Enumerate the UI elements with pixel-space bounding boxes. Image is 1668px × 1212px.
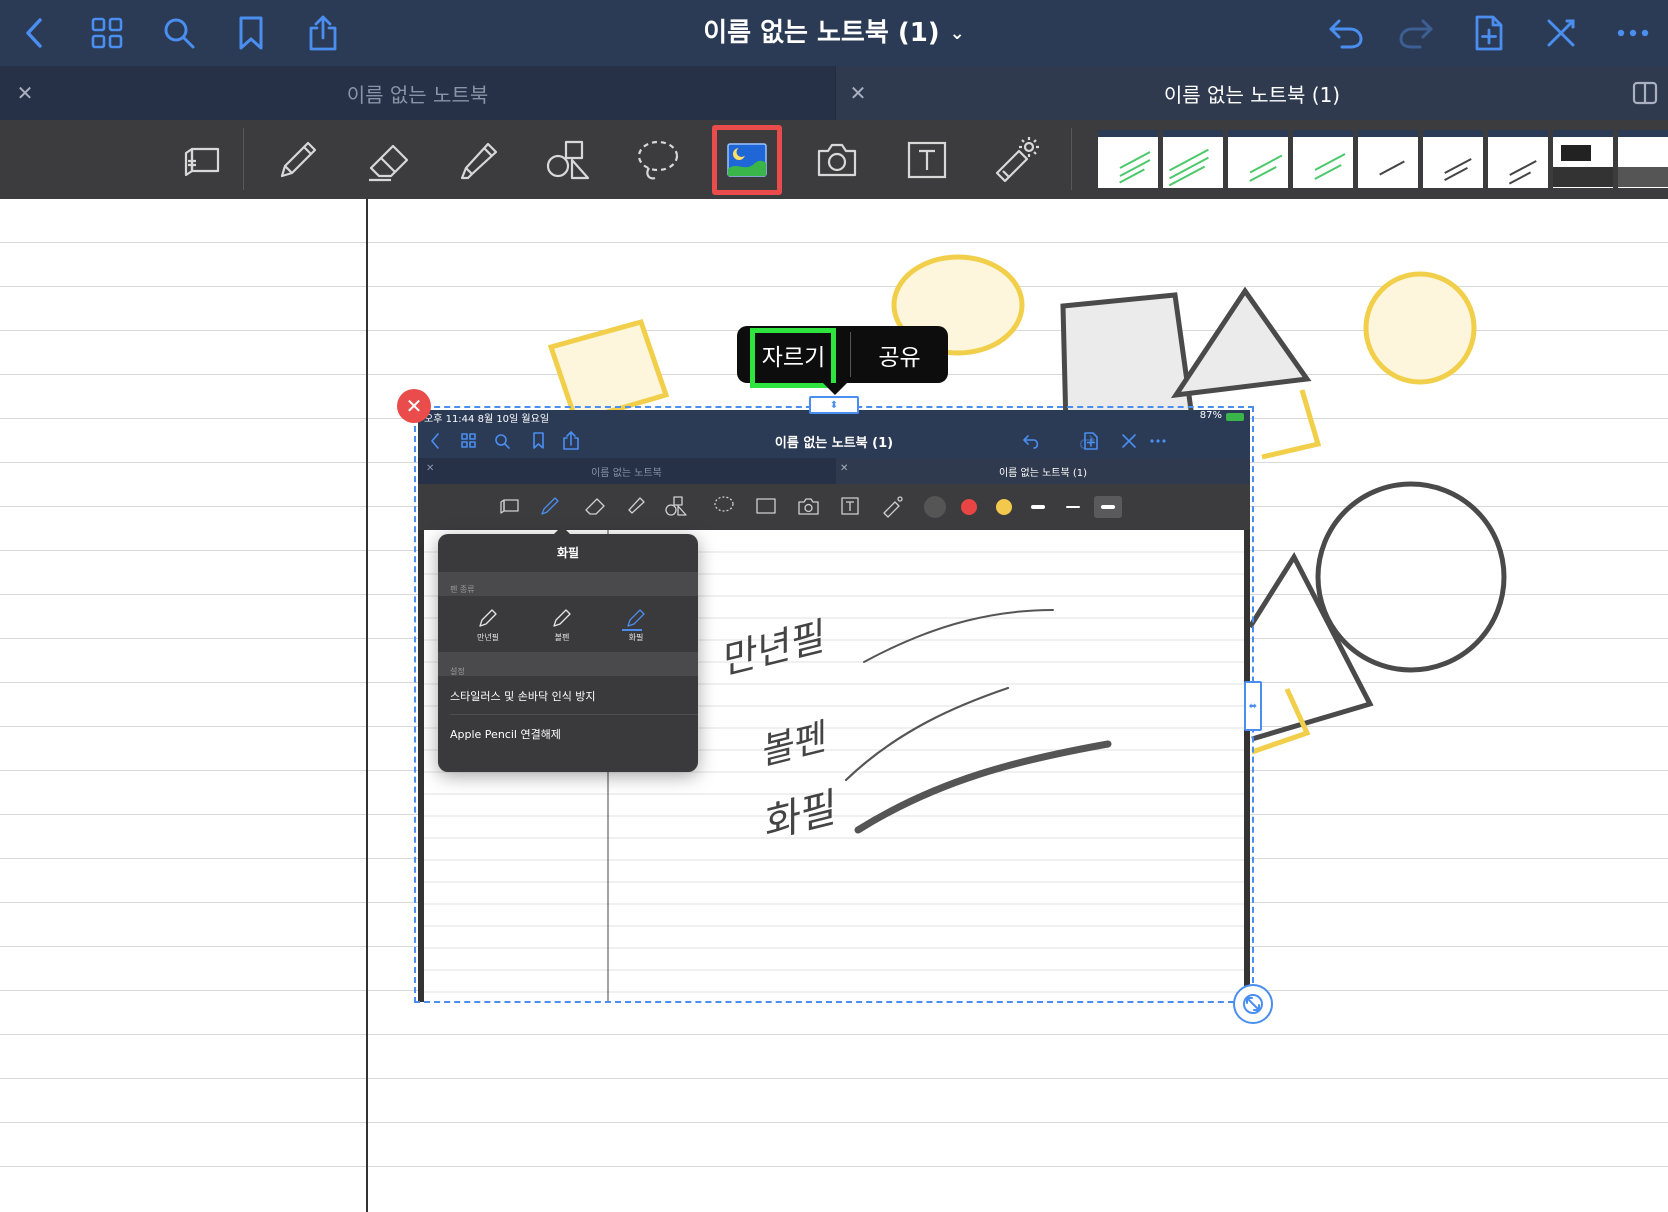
camera-icon[interactable] [807, 130, 867, 190]
lasso-icon[interactable] [628, 130, 688, 190]
share-menu-item[interactable]: 공유 [851, 326, 948, 383]
pen-type-popover: 화필 펜 종류 만년필 볼펜 화필 설정 스타일러스 및 손바닥 인식 방지 A… [438, 526, 698, 772]
page-thumbnail[interactable] [1293, 130, 1353, 188]
page-thumbnail[interactable] [1618, 130, 1668, 188]
close-icon[interactable]: ✕ [12, 80, 38, 106]
top-resize-handle[interactable]: ⬍ [809, 396, 859, 414]
screenshot-tab-right: 이름 없는 노트북 (1) [998, 468, 1088, 479]
setting-disconnect-pencil[interactable]: Apple Pencil 연결해제 [450, 726, 561, 742]
tab-label: 이름 없는 노트북 [346, 82, 489, 107]
redo-icon[interactable] [1393, 10, 1439, 56]
bookmark-icon[interactable] [228, 10, 274, 56]
popover-section-pen-type: 펜 종류 [450, 585, 475, 594]
screenshot-tab-left: 이름 없는 노트북 [591, 468, 662, 479]
tools-bar [0, 120, 1668, 199]
top-navigation-bar: 이름 없는 노트북 (1) ⌄ [0, 0, 1668, 66]
screenshot-tools-bar [418, 484, 1250, 530]
screenshot-nav-title: 이름 없는 노트북 (1) [774, 436, 894, 451]
read-only-icon[interactable] [172, 130, 232, 190]
highlighter-icon[interactable] [448, 130, 508, 190]
cut-label: 자르기 [761, 344, 826, 371]
gray-quadrilateral-shape [1060, 292, 1195, 430]
undo-icon[interactable] [1323, 10, 1369, 56]
page-thumbnail[interactable] [1488, 130, 1548, 188]
pen-option-ballpoint[interactable]: 볼펜 [544, 632, 580, 643]
popover-title: 화필 [556, 546, 580, 560]
page-thumbnail[interactable] [1228, 130, 1288, 188]
add-page-icon[interactable] [1466, 10, 1512, 56]
right-resize-handle[interactable]: ⬌ [1244, 681, 1262, 731]
grid-icon[interactable] [84, 10, 130, 56]
share-icon[interactable] [300, 10, 346, 56]
more-icon[interactable] [1610, 10, 1656, 56]
text-icon[interactable] [897, 130, 957, 190]
pen-option-brush[interactable]: 화필 [618, 632, 654, 643]
image-context-menu: 자르기 공유 [737, 326, 948, 388]
cut-menu-item[interactable]: 자르기 [737, 326, 850, 383]
pasted-screenshot-image[interactable]: 오후 11:44 8월 10일 월요일 87% 이름 없는 노트북 (1) ✕ … [418, 410, 1250, 1002]
page-thumbnail[interactable] [1423, 130, 1483, 188]
tab-untitled-notebook-1[interactable]: 이름 없는 노트북 (1) [836, 66, 1668, 120]
yellow-circle-shape [1363, 271, 1477, 385]
tab-label: 이름 없는 노트북 (1) [1163, 82, 1341, 107]
share-label: 공유 [878, 344, 921, 371]
tab-untitled-notebook[interactable]: 이름 없는 노트북 [0, 66, 835, 120]
pen-option-fountain[interactable]: 만년필 [470, 632, 506, 643]
context-menu-pointer [823, 383, 847, 395]
laser-pointer-icon[interactable] [986, 130, 1046, 190]
image-icon[interactable] [712, 125, 782, 195]
status-battery: 87% [1199, 410, 1222, 421]
battery-icon [1226, 413, 1244, 421]
status-time: 오후 11:44 8월 10일 월요일 [424, 414, 550, 425]
scale-rotate-handle-icon[interactable] [1233, 984, 1273, 1024]
screenshot-tab-bar: ✕ 이름 없는 노트북 ✕ 이름 없는 노트북 (1) [418, 458, 1250, 484]
chevron-down-icon[interactable]: ⌄ [950, 23, 965, 44]
shapes-icon[interactable] [538, 130, 598, 190]
delete-image-icon[interactable]: ✕ [397, 389, 431, 423]
page-thumbnail[interactable] [1163, 130, 1223, 188]
page-thumbnail[interactable] [1553, 130, 1613, 188]
close-icon[interactable]: ✕ [845, 80, 871, 106]
gray-circle-shape [1315, 481, 1507, 673]
page-thumbnail[interactable] [1098, 130, 1158, 188]
yellow-square-shape [547, 318, 670, 425]
tab-bar: 이름 없는 노트북 ✕ 이름 없는 노트북 (1) ✕ [0, 66, 1668, 120]
eraser-icon[interactable] [359, 130, 419, 190]
popover-section-settings: 설정 [450, 667, 465, 676]
back-icon[interactable] [12, 10, 58, 56]
gray-triangle-shape [1170, 286, 1312, 399]
page-thumbnail[interactable] [1358, 130, 1418, 188]
setting-stylus-palm-rejection[interactable]: 스타일러스 및 손바닥 인식 방지 [450, 688, 596, 704]
screenshot-navbar: 이름 없는 노트북 (1) [418, 424, 1250, 458]
split-view-icon[interactable] [1630, 80, 1660, 106]
search-icon[interactable] [156, 10, 202, 56]
pen-icon[interactable] [268, 130, 328, 190]
close-pen-icon[interactable] [1538, 10, 1584, 56]
yellow-outline-shape [1261, 389, 1322, 460]
